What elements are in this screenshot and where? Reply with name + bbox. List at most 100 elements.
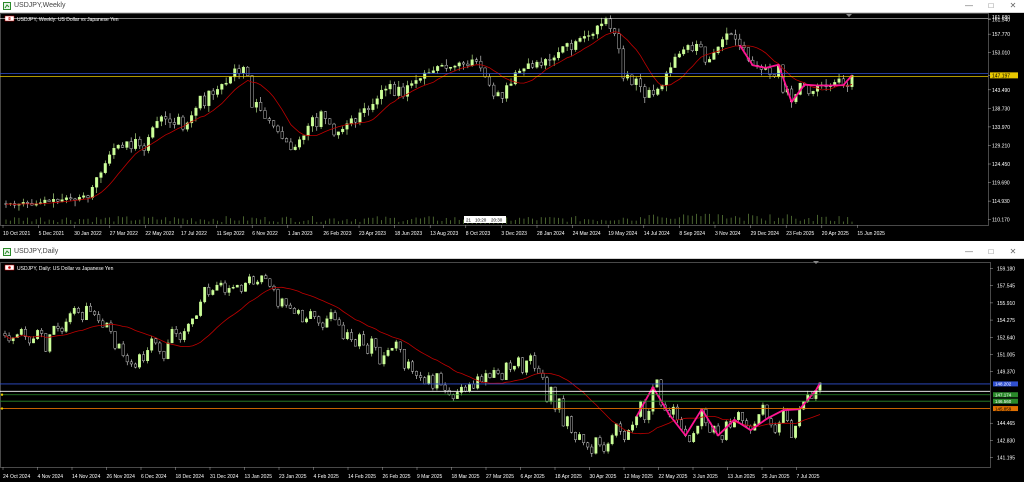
candle [716,46,720,53]
date-axis-label: 25 Jun 2025 [762,474,790,480]
candle [284,298,288,306]
candle [252,276,255,285]
date-axis-label: 9 Mar 2025 [417,474,443,480]
candle [64,321,68,332]
candle [382,355,386,365]
candle [439,373,443,386]
candle [288,304,292,309]
candle [244,282,247,292]
candle [402,349,406,369]
candle [518,70,522,73]
candle [781,410,785,424]
candle [675,406,679,420]
candle [26,202,30,204]
level-anchor-point [0,393,4,396]
candle [725,33,729,40]
daily-title-bar[interactable]: USDJPY,Daily — □ ✕ [0,246,1024,259]
candle [733,34,737,40]
candle [508,362,512,370]
candle [309,311,313,319]
candle [386,350,390,356]
candle [639,78,642,87]
candle [427,375,431,385]
date-axis-label: 18 Mar 2025 [452,474,480,480]
price-axis-label: 149.370 [997,370,1015,376]
date-axis-label: 20 Apr 2025 [822,231,849,237]
candle [174,329,178,334]
candle [492,84,496,97]
candle [194,107,198,116]
candle [688,435,692,442]
candle [99,172,103,178]
date-axis-label: 15 Jun 2025 [857,231,885,237]
candle [60,328,64,332]
candle [643,86,647,98]
candle [345,332,349,339]
candle [600,23,604,27]
candle [154,338,158,344]
candle [613,28,617,34]
close-button[interactable]: ✕ [1002,246,1024,258]
candle [158,342,162,352]
candle [604,18,608,25]
candle [533,355,537,369]
daily-chart-canvas[interactable]: USDJPY, Daily: US Dollar vs Japanese Yen… [0,259,1024,482]
candle [170,329,174,344]
candle [724,421,728,440]
candle [82,195,86,198]
candle [582,36,586,39]
candle [358,334,361,347]
candle [43,199,47,203]
weekly-chart-window[interactable]: USDJPY,Weekly — □ ✕ USDJPY, Weekly: US D… [0,0,1024,241]
candle [69,197,73,200]
daily-chart-window[interactable]: USDJPY,Daily — □ ✕ USDJPY, Daily: US Dol… [0,246,1024,482]
candle [561,398,565,427]
candle [447,390,451,395]
candle [40,330,44,334]
candle [260,275,264,283]
candle [785,410,789,421]
candle [302,135,306,140]
candle [195,315,198,319]
date-axis-label: 27 Mar 2025 [486,474,514,480]
candle [220,84,224,90]
close-button[interactable]: ✕ [1002,0,1024,12]
candle [223,282,227,293]
date-axis-label: 5 Dec 2021 [39,231,65,237]
candle [394,341,398,349]
candle [500,92,504,99]
candle [73,198,77,201]
minimize-button[interactable]: — [958,246,980,258]
candle [125,355,129,363]
candle [474,59,478,62]
candle [224,82,228,85]
candle [686,45,690,50]
candle [259,102,263,111]
weekly-chart-canvas[interactable]: USDJPY, Weekly: US Dollar vs Japanese Ye… [0,13,1024,241]
candle [317,316,321,324]
price-axis-label: 159.180 [997,267,1015,273]
candle [535,61,539,68]
candle [323,111,327,119]
candle [117,343,121,349]
weekly-title-bar[interactable]: USDJPY,Weekly — □ ✕ [0,0,1024,13]
candle [634,78,638,85]
candle [574,41,578,50]
candle [241,66,245,74]
price-axis-label: 133.970 [992,125,1010,131]
candle [595,25,599,35]
candle [695,43,699,52]
candle [837,78,841,83]
chart-background [0,13,1024,241]
date-axis-label: 24 Oct 2024 [3,474,30,480]
minimize-button[interactable]: — [958,0,980,12]
candle [476,376,480,389]
candle [121,343,125,356]
candle [362,108,366,113]
candle [690,45,694,52]
candle [203,95,207,106]
candle [526,63,530,69]
maximize-button[interactable]: □ [980,246,1002,258]
maximize-button[interactable]: □ [980,0,1002,12]
candle [216,89,219,95]
